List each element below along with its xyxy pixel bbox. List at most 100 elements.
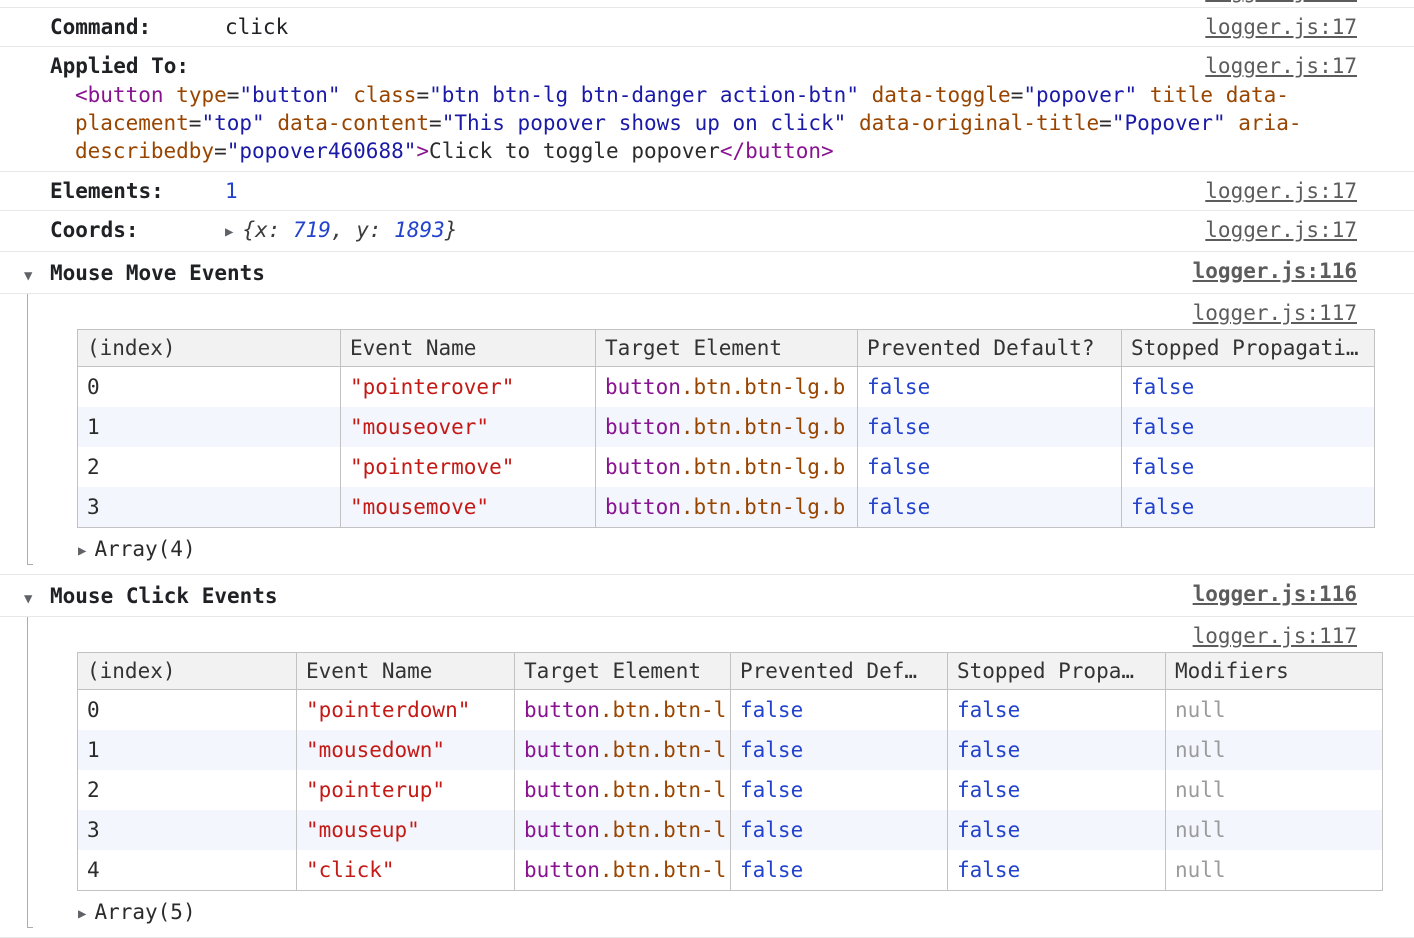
text-segment [265,111,278,135]
column-header[interactable]: Modifiers [1166,653,1383,690]
expand-triangle-icon[interactable]: ▶ [78,901,86,927]
text-segment: "pointerdown" [306,698,470,722]
code-line: placement="top" data-content="This popov… [75,109,1357,137]
collapse-triangle-icon[interactable]: ▼ [24,586,32,612]
text-segment: .btn.btn-l [600,738,726,762]
column-header[interactable]: Prevented Def… [731,653,948,690]
text-segment: data-content [277,111,429,135]
group-indent-guide [27,294,28,565]
table-cell: false [858,487,1122,528]
table-cell: 4 [78,850,297,891]
array-preview-label[interactable]: Array(4) [94,537,195,561]
text-segment: "button" [239,83,340,107]
source-link[interactable]: logger.js:117 [1193,301,1357,325]
applied-to-label: Applied To: [50,53,225,79]
column-header[interactable]: (index) [78,653,297,690]
text-segment: "Popover" [1112,111,1226,135]
table-cell: button.btn.btn-l [515,810,731,850]
source-link[interactable]: logger.js:117 [1193,624,1357,648]
text-segment: false [740,818,803,842]
column-header[interactable]: Prevented Default? [858,330,1122,367]
group-body-mouse-move-events: logger.js:117 (index)Event NameTarget El… [0,294,1414,575]
text-segment: "mouseup" [306,818,420,842]
column-header[interactable]: Stopped Propagati… [1122,330,1375,367]
text-segment: null [1175,698,1226,722]
table-row: 3"mouseup"button.btn.btn-lfalsefalsenull [78,810,1383,850]
text-segment: .btn.btn-lg.b [681,375,845,399]
table-cell: 0 [78,690,297,731]
source-link[interactable]: logger.js:116 [1193,581,1357,607]
text-segment: 0 [87,375,100,399]
table-message-link-row: logger.js:117 [50,623,1357,649]
group-header-mouse-move-events[interactable]: ▼ Mouse Move Events logger.js:116 [0,252,1414,294]
text-segment: "top" [201,111,264,135]
column-header[interactable]: Target Element [596,330,858,367]
text-segment: false [957,858,1020,882]
text-segment: Click to toggle popover [429,139,720,163]
column-header[interactable]: Event Name [341,330,596,367]
table-cell: false [1122,367,1375,408]
table-cell: button.btn.btn-l [515,690,731,731]
table-cell: "pointermove" [341,447,596,487]
array-preview-label[interactable]: Array(5) [94,900,195,924]
text-segment [341,83,354,107]
table-cell: button.btn.btn-lg.b [596,487,858,528]
text-segment: "btn btn-lg btn-danger action-btn" [429,83,859,107]
column-header[interactable]: Event Name [297,653,515,690]
text-segment: <button [75,83,164,107]
table-cell: false [858,447,1122,487]
table-cell: 0 [78,367,341,408]
source-link[interactable]: logger.js:116 [1193,258,1357,284]
text-segment: false [740,858,803,882]
array-preview: ▶ Array(4) [78,536,1357,564]
group-body-mouse-click-events: logger.js:117 (index)Event NameTarget El… [0,617,1414,938]
command-label: Command: [50,14,225,40]
text-segment [164,83,177,107]
source-link[interactable]: logger.js:17 [1205,53,1357,79]
table-cell: 1 [78,730,297,770]
table-cell: "mouseover" [341,407,596,447]
text-segment: false [1131,495,1194,519]
text-segment: 719 [293,218,331,242]
text-segment: class [353,83,416,107]
text-segment: .btn.btn-lg.b [681,415,845,439]
console-message-command: Command:click logger.js:17 [0,8,1414,47]
collapse-triangle-icon[interactable]: ▼ [24,263,32,289]
table-row: 2"pointerup"button.btn.btn-lfalsefalsenu… [78,770,1383,810]
table-cell: false [858,367,1122,408]
source-link[interactable]: logger.js:17 [1205,178,1357,204]
text-segment: "pointerup" [306,778,445,802]
text-segment [1213,83,1226,107]
column-header[interactable]: Target Element [515,653,731,690]
expand-triangle-icon[interactable]: ▶ [225,219,233,245]
table-cell: null [1166,850,1383,891]
group-header-mouse-click-events[interactable]: ▼ Mouse Click Events logger.js:116 [0,575,1414,617]
text-segment: false [957,738,1020,762]
coords-object-preview[interactable]: {x: 719, y: 1893} [242,218,457,242]
text-segment: button [605,455,681,479]
code-line: <button type="button" class="btn btn-lg … [75,81,1357,109]
text-segment: "mouseover" [350,415,489,439]
text-segment: = [189,111,202,135]
text-segment [1226,111,1239,135]
table-cell: 3 [78,810,297,850]
applied-to-code[interactable]: <button type="button" class="btn btn-lg … [75,81,1357,165]
column-header[interactable]: Stopped Propa… [948,653,1166,690]
table-cell: false [858,407,1122,447]
text-segment: = [214,139,227,163]
table-cell: false [731,690,948,731]
table-cell: button.btn.btn-l [515,850,731,891]
source-link[interactable]: logger.js:17 [1205,14,1357,40]
table-cell: false [731,810,948,850]
text-segment: 2 [87,455,100,479]
table-cell: false [731,850,948,891]
text-segment: .btn.btn-l [600,698,726,722]
expand-triangle-icon[interactable]: ▶ [78,538,86,564]
source-link[interactable]: logger.js:17 [1205,217,1357,243]
text-segment: , y: [331,218,394,242]
text-segment: "popover460688" [227,139,417,163]
text-segment: false [1131,455,1194,479]
column-header[interactable]: (index) [78,330,341,367]
source-link[interactable]: logger.js:17 [1205,0,1357,3]
text-segment: .btn.btn-l [600,818,726,842]
